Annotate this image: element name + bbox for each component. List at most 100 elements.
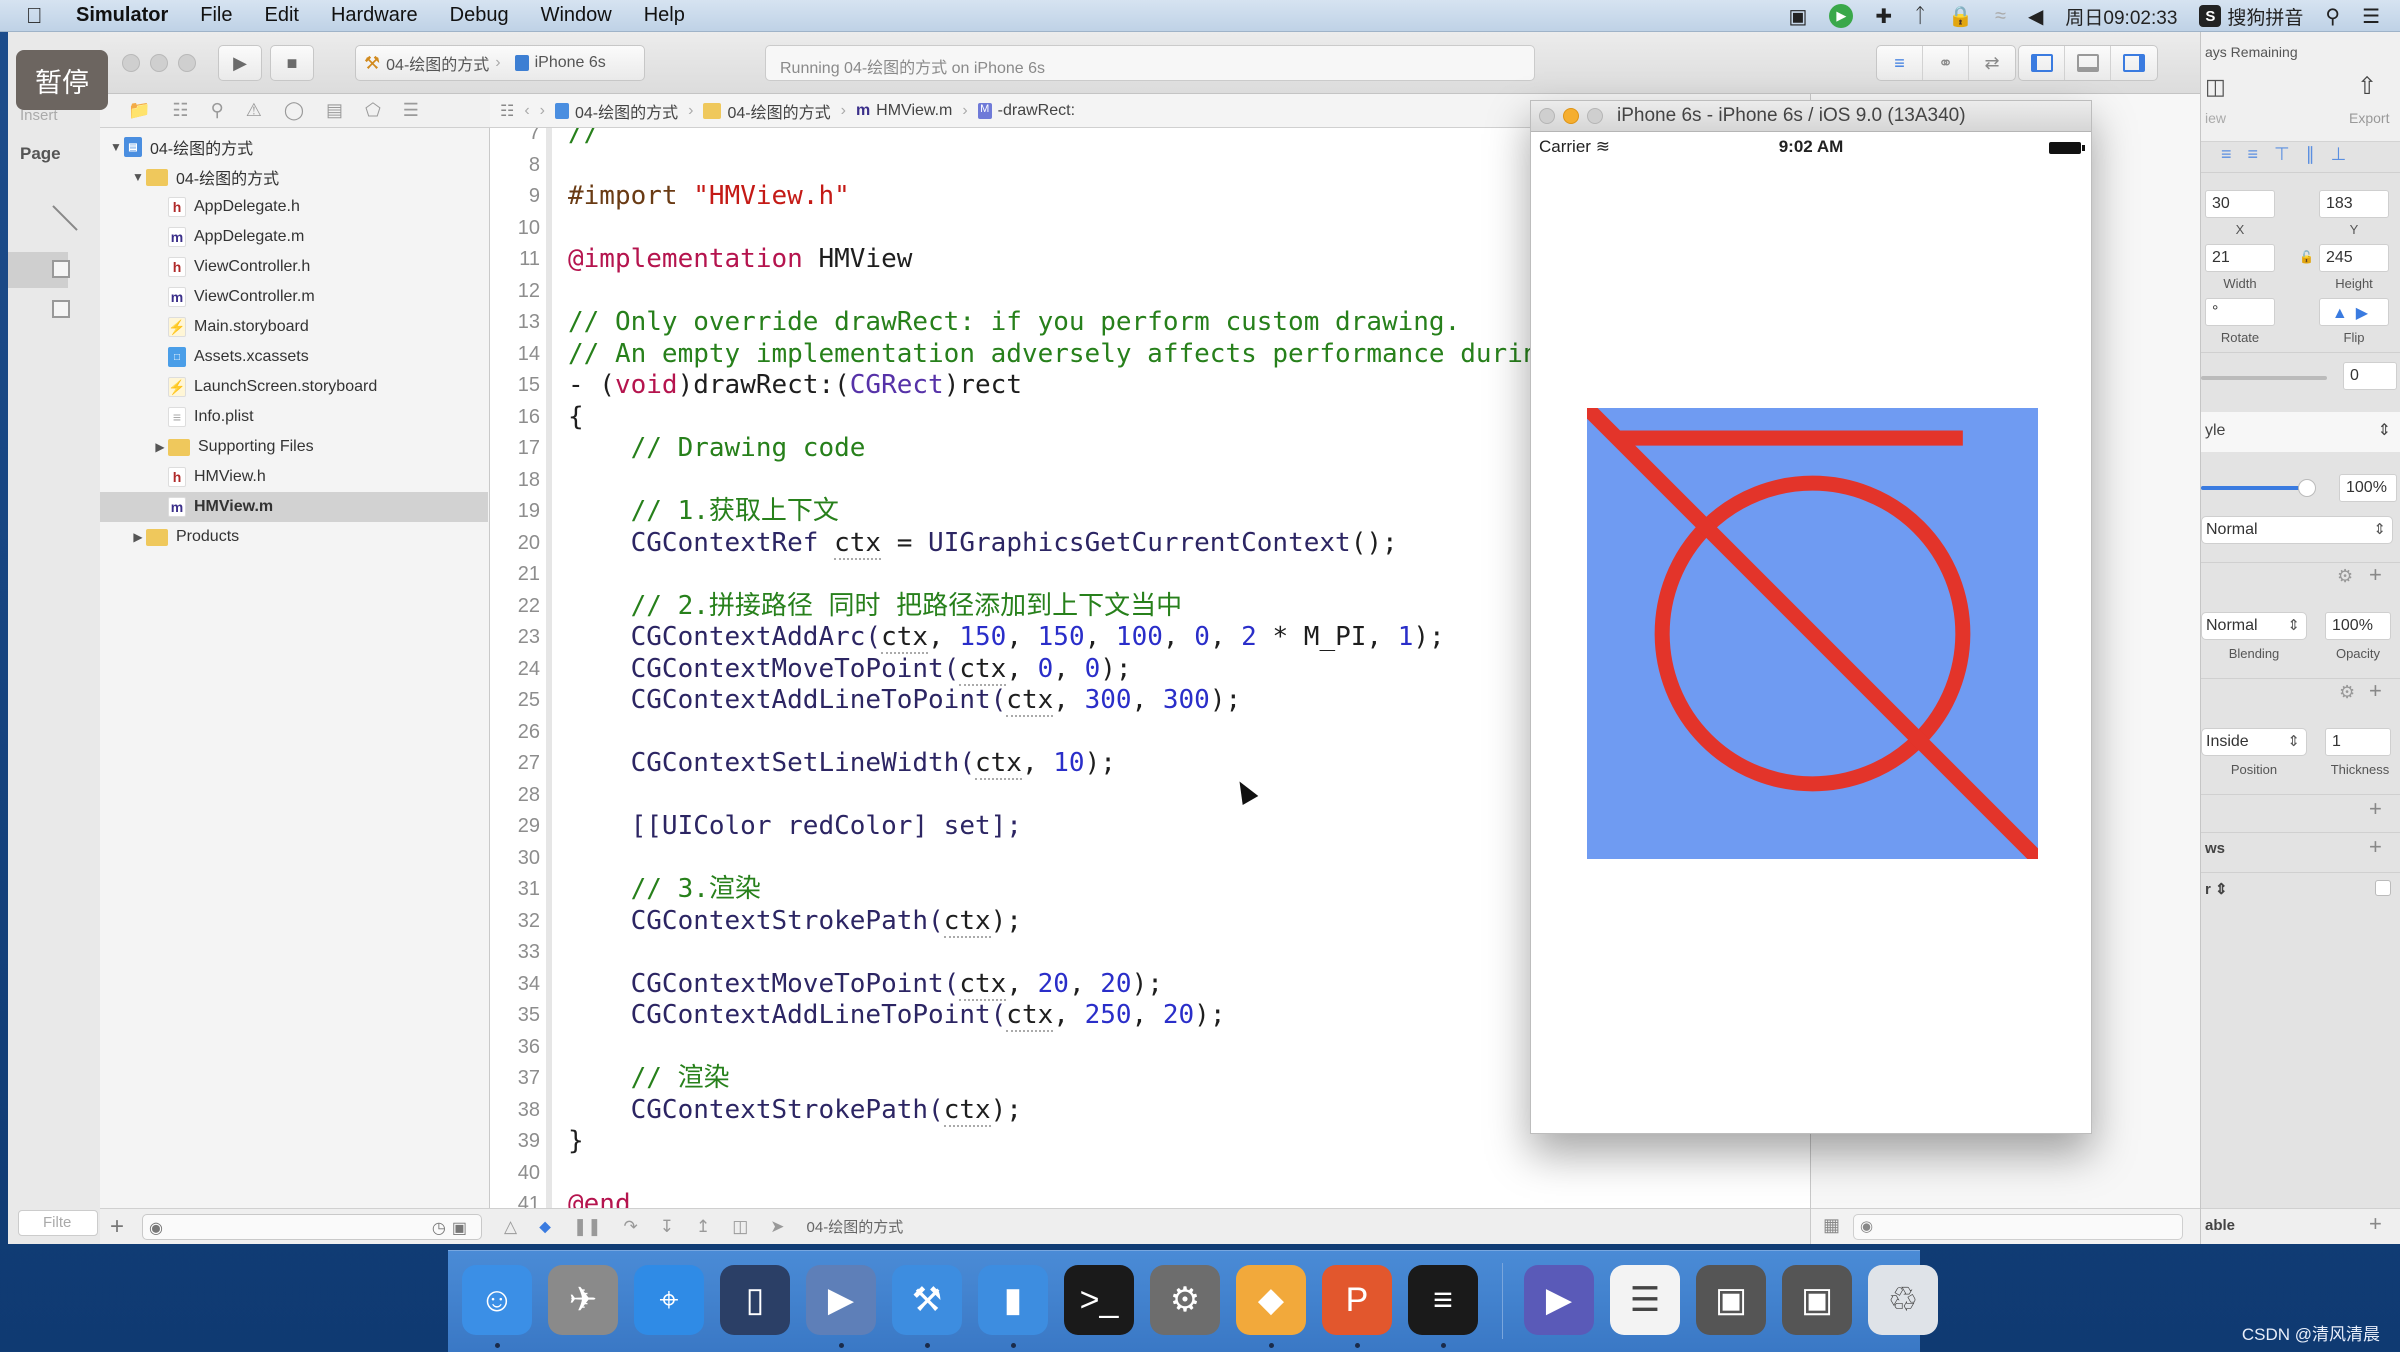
- navigator-item[interactable]: ⚡ Main.storyboard: [100, 312, 488, 342]
- line-number[interactable]: 21: [490, 559, 540, 590]
- view-debugger-icon[interactable]: ◫: [732, 1217, 748, 1237]
- navigator-item[interactable]: □ Assets.xcassets: [100, 342, 488, 372]
- menu-help[interactable]: Help: [644, 4, 685, 27]
- dock-mouse-app-icon[interactable]: ▯: [720, 1265, 790, 1335]
- forward-button[interactable]: ›: [540, 102, 545, 120]
- add-shadow-button[interactable]: +: [2369, 796, 2382, 822]
- navigator-item[interactable]: ▶ Products: [100, 522, 488, 552]
- symbol-navigator-icon[interactable]: ☷: [172, 100, 188, 121]
- dock-sketch-icon[interactable]: ◆: [1236, 1265, 1306, 1335]
- line-number[interactable]: 33: [490, 937, 540, 968]
- opacity-slider-knob[interactable]: [2298, 479, 2316, 497]
- dock-window-preview-1-icon[interactable]: ▣: [1696, 1265, 1766, 1335]
- dock-simulator-icon[interactable]: ▮: [978, 1265, 1048, 1335]
- view-menu-icon[interactable]: ◫: [2205, 74, 2226, 100]
- step-over-icon[interactable]: ↷: [623, 1217, 637, 1237]
- navigator-item[interactable]: ▶ Supporting Files: [100, 432, 488, 462]
- wifi-icon[interactable]: ≈: [1995, 5, 2006, 28]
- disclosure-open-icon[interactable]: ▼: [108, 140, 124, 154]
- line-number[interactable]: 18: [490, 465, 540, 496]
- navigator-item[interactable]: ⚡ LaunchScreen.storyboard: [100, 372, 488, 402]
- alignment-tools[interactable]: ≡≡⊤∥⊥: [2221, 144, 2362, 165]
- line-number[interactable]: 7: [490, 128, 540, 149]
- navigator-item[interactable]: h HMView.h: [100, 462, 488, 492]
- menu-window[interactable]: Window: [541, 4, 612, 27]
- fill-settings-icon[interactable]: ⚙: [2337, 566, 2353, 587]
- scheme-selector[interactable]: ⚒ 04-绘图的方式 › iPhone 6s: [355, 45, 645, 81]
- code-line[interactable]: 41 @end: [490, 1189, 1910, 1208]
- width-field[interactable]: 21: [2205, 244, 2275, 272]
- navigator-item[interactable]: h ViewController.h: [100, 252, 488, 282]
- fill-opacity-field[interactable]: 100%: [2325, 612, 2391, 640]
- line-number[interactable]: 29: [490, 811, 540, 842]
- report-navigator-icon[interactable]: ☰: [403, 100, 419, 121]
- step-into-icon[interactable]: ↧: [660, 1217, 674, 1237]
- dock-launchpad-icon[interactable]: ✈: [548, 1265, 618, 1335]
- rectangle-layer-icon[interactable]: [52, 260, 70, 278]
- line-number[interactable]: 37: [490, 1063, 540, 1094]
- dock-media-player-icon[interactable]: ▶: [1524, 1265, 1594, 1335]
- player-status-icon[interactable]: ▶: [1829, 4, 1854, 28]
- bluetooth-icon[interactable]: ᛏ: [1914, 5, 1926, 28]
- notification-center-icon[interactable]: ☰: [2362, 4, 2380, 29]
- clock[interactable]: 周日09:02:33: [2065, 3, 2177, 30]
- run-button[interactable]: ▶: [218, 45, 262, 81]
- dock-safari-icon[interactable]: ⌖: [634, 1265, 704, 1335]
- menu-file[interactable]: File: [200, 4, 232, 27]
- export-icon[interactable]: ⇧: [2357, 72, 2377, 101]
- dock-terminal-icon[interactable]: >_: [1064, 1265, 1134, 1335]
- line-number[interactable]: 11: [490, 244, 540, 275]
- editor-mode-segment[interactable]: ≡ ⚭ ⇄: [1876, 45, 2016, 81]
- breadcrumb-group[interactable]: 04-绘图的方式: [703, 99, 831, 123]
- dock-system-preferences-icon[interactable]: ⚙: [1150, 1265, 1220, 1335]
- close-window-button[interactable]: [122, 54, 140, 72]
- add-fill-button[interactable]: +: [2369, 562, 2382, 588]
- hide-debug-area-icon[interactable]: △: [504, 1217, 517, 1237]
- navigator-item[interactable]: m HMView.m: [100, 492, 488, 522]
- disclosure-open-icon[interactable]: ▼: [130, 170, 146, 184]
- sim-zoom-button[interactable]: [1587, 108, 1603, 124]
- dock-finder-icon[interactable]: ☺: [462, 1265, 532, 1335]
- dock-keynote-p-icon[interactable]: P: [1322, 1265, 1392, 1335]
- border-position-select[interactable]: Inside: [2201, 728, 2307, 756]
- related-items-icon[interactable]: ☷: [500, 101, 514, 121]
- line-number[interactable]: 12: [490, 276, 540, 307]
- disclosure-closed-icon[interactable]: ▶: [152, 440, 168, 454]
- line-tool-icon[interactable]: [52, 205, 78, 231]
- sim-minimize-button[interactable]: [1563, 108, 1579, 124]
- navigator-item[interactable]: m ViewController.m: [100, 282, 488, 312]
- breadcrumb-method[interactable]: M -drawRect:: [977, 102, 1075, 120]
- volume-icon[interactable]: ◀: [2028, 4, 2043, 29]
- pause-execution-icon[interactable]: ❚❚: [573, 1217, 602, 1237]
- breakpoint-navigator-icon[interactable]: ⬠: [365, 100, 381, 121]
- line-number[interactable]: 34: [490, 969, 540, 1000]
- panel-toggle-segment[interactable]: [2018, 45, 2158, 81]
- minimize-window-button[interactable]: [150, 54, 168, 72]
- grid-view-icon[interactable]: ▦: [1823, 1215, 1840, 1236]
- line-number[interactable]: 32: [490, 906, 540, 937]
- add-export-button[interactable]: +: [2369, 1211, 2382, 1237]
- line-number[interactable]: 20: [490, 528, 540, 559]
- line-number[interactable]: 17: [490, 433, 540, 464]
- simulate-location-icon[interactable]: ➤: [770, 1217, 784, 1237]
- line-number[interactable]: 36: [490, 1032, 540, 1063]
- toggle-debug-area-icon[interactable]: [2065, 46, 2111, 80]
- dock-photo-slideshow-icon[interactable]: ▶: [806, 1265, 876, 1335]
- navigator-item[interactable]: ▼ 04-绘图的方式: [100, 162, 488, 192]
- disclosure-closed-icon[interactable]: ▶: [130, 530, 146, 544]
- line-number[interactable]: 30: [490, 843, 540, 874]
- line-number[interactable]: 19: [490, 496, 540, 527]
- stop-button[interactable]: ■: [270, 45, 314, 81]
- screen-record-icon[interactable]: ▣: [1788, 4, 1807, 29]
- toggle-navigator-icon[interactable]: [2019, 46, 2065, 80]
- line-number[interactable]: 25: [490, 685, 540, 716]
- rectangle-layer-icon[interactable]: [52, 300, 70, 318]
- y-position-field[interactable]: 183: [2319, 190, 2389, 218]
- blur-select[interactable]: r ⇕: [2205, 880, 2228, 898]
- line-number[interactable]: 27: [490, 748, 540, 779]
- fill-blending-select[interactable]: Normal: [2201, 612, 2307, 640]
- line-number[interactable]: 16: [490, 402, 540, 433]
- line-number[interactable]: 41: [490, 1189, 540, 1208]
- x-position-field[interactable]: 30: [2205, 190, 2275, 218]
- line-number[interactable]: 15: [490, 370, 540, 401]
